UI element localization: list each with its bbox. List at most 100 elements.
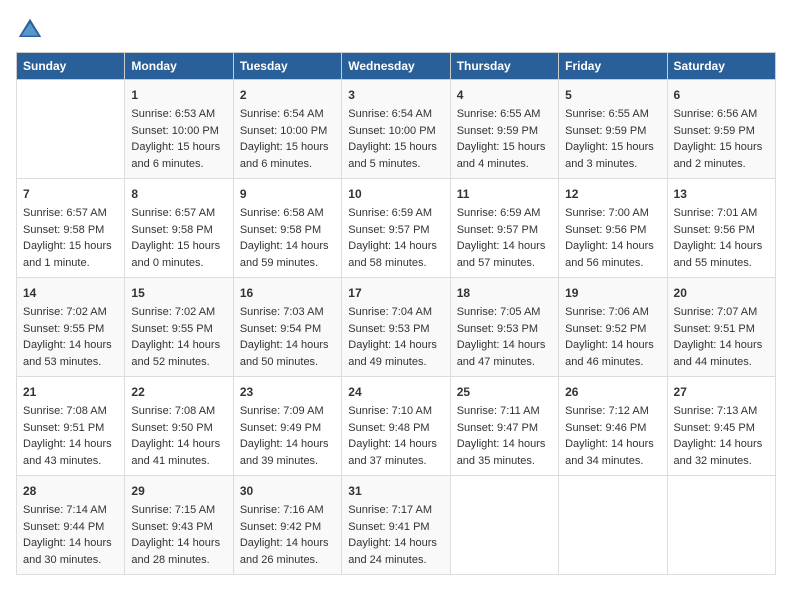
daylight-text: Daylight: 14 hours and 46 minutes. xyxy=(565,339,654,368)
sunset-text: Sunset: 9:56 PM xyxy=(674,224,755,236)
daylight-text: Daylight: 14 hours and 35 minutes. xyxy=(457,438,546,467)
daylight-text: Daylight: 14 hours and 58 minutes. xyxy=(348,240,437,269)
sunrise-text: Sunrise: 7:08 AM xyxy=(23,405,107,417)
day-of-week-header: Thursday xyxy=(450,53,558,80)
daylight-text: Daylight: 14 hours and 47 minutes. xyxy=(457,339,546,368)
day-number: 9 xyxy=(240,185,335,203)
daylight-text: Daylight: 14 hours and 53 minutes. xyxy=(23,339,112,368)
day-number: 15 xyxy=(131,284,226,302)
sunset-text: Sunset: 9:46 PM xyxy=(565,422,646,434)
sunset-text: Sunset: 9:45 PM xyxy=(674,422,755,434)
calendar-cell: 1Sunrise: 6:53 AMSunset: 10:00 PMDayligh… xyxy=(125,80,233,179)
day-number: 20 xyxy=(674,284,769,302)
calendar-cell: 14Sunrise: 7:02 AMSunset: 9:55 PMDayligh… xyxy=(17,278,125,377)
calendar-cell: 17Sunrise: 7:04 AMSunset: 9:53 PMDayligh… xyxy=(342,278,450,377)
daylight-text: Daylight: 14 hours and 49 minutes. xyxy=(348,339,437,368)
sunset-text: Sunset: 9:57 PM xyxy=(348,224,429,236)
calendar-week-row: 7Sunrise: 6:57 AMSunset: 9:58 PMDaylight… xyxy=(17,179,776,278)
calendar-cell: 7Sunrise: 6:57 AMSunset: 9:58 PMDaylight… xyxy=(17,179,125,278)
sunrise-text: Sunrise: 7:06 AM xyxy=(565,306,649,318)
sunset-text: Sunset: 9:48 PM xyxy=(348,422,429,434)
calendar-header: SundayMondayTuesdayWednesdayThursdayFrid… xyxy=(17,53,776,80)
calendar-week-row: 21Sunrise: 7:08 AMSunset: 9:51 PMDayligh… xyxy=(17,377,776,476)
sunrise-text: Sunrise: 7:08 AM xyxy=(131,405,215,417)
daylight-text: Daylight: 15 hours and 3 minutes. xyxy=(565,141,654,170)
calendar-cell: 10Sunrise: 6:59 AMSunset: 9:57 PMDayligh… xyxy=(342,179,450,278)
calendar-cell: 25Sunrise: 7:11 AMSunset: 9:47 PMDayligh… xyxy=(450,377,558,476)
day-of-week-header: Wednesday xyxy=(342,53,450,80)
sunset-text: Sunset: 9:58 PM xyxy=(23,224,104,236)
sunrise-text: Sunrise: 7:10 AM xyxy=(348,405,432,417)
daylight-text: Daylight: 14 hours and 50 minutes. xyxy=(240,339,329,368)
sunset-text: Sunset: 9:53 PM xyxy=(348,323,429,335)
daylight-text: Daylight: 14 hours and 56 minutes. xyxy=(565,240,654,269)
sunrise-text: Sunrise: 6:55 AM xyxy=(457,108,541,120)
daylight-text: Daylight: 14 hours and 59 minutes. xyxy=(240,240,329,269)
calendar-cell: 27Sunrise: 7:13 AMSunset: 9:45 PMDayligh… xyxy=(667,377,775,476)
calendar-cell: 8Sunrise: 6:57 AMSunset: 9:58 PMDaylight… xyxy=(125,179,233,278)
daylight-text: Daylight: 14 hours and 39 minutes. xyxy=(240,438,329,467)
calendar-cell: 18Sunrise: 7:05 AMSunset: 9:53 PMDayligh… xyxy=(450,278,558,377)
calendar-cell: 15Sunrise: 7:02 AMSunset: 9:55 PMDayligh… xyxy=(125,278,233,377)
calendar-cell: 22Sunrise: 7:08 AMSunset: 9:50 PMDayligh… xyxy=(125,377,233,476)
day-number: 25 xyxy=(457,383,552,401)
day-number: 3 xyxy=(348,86,443,104)
daylight-text: Daylight: 15 hours and 6 minutes. xyxy=(240,141,329,170)
sunrise-text: Sunrise: 7:01 AM xyxy=(674,207,758,219)
logo-icon xyxy=(16,16,44,44)
calendar-cell: 3Sunrise: 6:54 AMSunset: 10:00 PMDayligh… xyxy=(342,80,450,179)
day-number: 10 xyxy=(348,185,443,203)
day-of-week-header: Sunday xyxy=(17,53,125,80)
sunrise-text: Sunrise: 7:12 AM xyxy=(565,405,649,417)
calendar-cell: 28Sunrise: 7:14 AMSunset: 9:44 PMDayligh… xyxy=(17,476,125,575)
day-of-week-header: Monday xyxy=(125,53,233,80)
daylight-text: Daylight: 15 hours and 5 minutes. xyxy=(348,141,437,170)
day-number: 5 xyxy=(565,86,660,104)
sunrise-text: Sunrise: 6:54 AM xyxy=(348,108,432,120)
calendar-cell xyxy=(17,80,125,179)
sunset-text: Sunset: 9:58 PM xyxy=(240,224,321,236)
day-number: 16 xyxy=(240,284,335,302)
calendar-cell: 26Sunrise: 7:12 AMSunset: 9:46 PMDayligh… xyxy=(559,377,667,476)
sunset-text: Sunset: 10:00 PM xyxy=(131,125,218,137)
calendar-cell: 20Sunrise: 7:07 AMSunset: 9:51 PMDayligh… xyxy=(667,278,775,377)
calendar-cell: 6Sunrise: 6:56 AMSunset: 9:59 PMDaylight… xyxy=(667,80,775,179)
sunset-text: Sunset: 9:51 PM xyxy=(674,323,755,335)
sunrise-text: Sunrise: 7:16 AM xyxy=(240,504,324,516)
sunset-text: Sunset: 9:47 PM xyxy=(457,422,538,434)
day-number: 14 xyxy=(23,284,118,302)
daylight-text: Daylight: 14 hours and 34 minutes. xyxy=(565,438,654,467)
calendar-cell: 19Sunrise: 7:06 AMSunset: 9:52 PMDayligh… xyxy=(559,278,667,377)
calendar-cell: 5Sunrise: 6:55 AMSunset: 9:59 PMDaylight… xyxy=(559,80,667,179)
sunset-text: Sunset: 9:57 PM xyxy=(457,224,538,236)
sunrise-text: Sunrise: 6:54 AM xyxy=(240,108,324,120)
sunset-text: Sunset: 9:52 PM xyxy=(565,323,646,335)
sunrise-text: Sunrise: 6:58 AM xyxy=(240,207,324,219)
sunset-text: Sunset: 9:49 PM xyxy=(240,422,321,434)
sunrise-text: Sunrise: 6:53 AM xyxy=(131,108,215,120)
page-header xyxy=(16,16,776,44)
sunset-text: Sunset: 10:00 PM xyxy=(240,125,327,137)
day-number: 17 xyxy=(348,284,443,302)
daylight-text: Daylight: 14 hours and 57 minutes. xyxy=(457,240,546,269)
day-number: 6 xyxy=(674,86,769,104)
sunset-text: Sunset: 9:59 PM xyxy=(565,125,646,137)
calendar-week-row: 28Sunrise: 7:14 AMSunset: 9:44 PMDayligh… xyxy=(17,476,776,575)
days-of-week-row: SundayMondayTuesdayWednesdayThursdayFrid… xyxy=(17,53,776,80)
calendar-body: 1 Sunrise: 6:53 AM Sunset: 10:00 PM Dayligh… xyxy=(17,80,776,575)
daylight-text: Daylight: 15 hours and 1 minute. xyxy=(23,240,112,269)
sunrise-text: Sunrise: 7:13 AM xyxy=(674,405,758,417)
sunset-text: Sunset: 9:42 PM xyxy=(240,521,321,533)
sunset-text: Sunset: 9:55 PM xyxy=(23,323,104,335)
calendar-cell xyxy=(559,476,667,575)
daylight-text: Daylight: 15 hours and 4 minutes. xyxy=(457,141,546,170)
daylight-text: Daylight: 14 hours and 52 minutes. xyxy=(131,339,220,368)
sunset-text: Sunset: 9:59 PM xyxy=(674,125,755,137)
calendar-cell: 23Sunrise: 7:09 AMSunset: 9:49 PMDayligh… xyxy=(233,377,341,476)
day-number: 24 xyxy=(348,383,443,401)
sunset-text: Sunset: 9:43 PM xyxy=(131,521,212,533)
day-number: 1 xyxy=(131,86,226,104)
day-of-week-header: Tuesday xyxy=(233,53,341,80)
daylight-text: Daylight: 15 hours and 0 minutes. xyxy=(131,240,220,269)
sunrise-text: Sunrise: 6:57 AM xyxy=(131,207,215,219)
